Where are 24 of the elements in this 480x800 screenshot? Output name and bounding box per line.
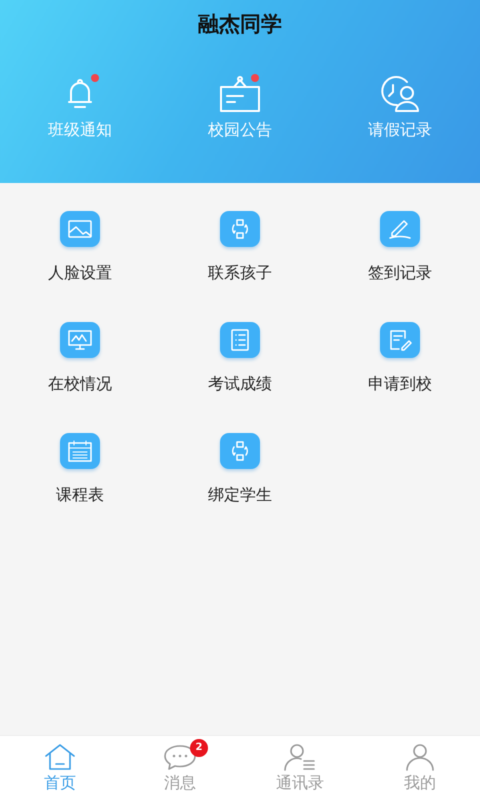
- feature-button[interactable]: 绑定学生: [160, 433, 320, 506]
- image-icon: [68, 219, 92, 239]
- feature-button[interactable]: 签到记录: [320, 211, 480, 284]
- signboard-icon: [219, 75, 261, 113]
- calendar-icon: [68, 440, 92, 462]
- exchange-icon: [229, 218, 251, 240]
- feature-button[interactable]: 考试成绩: [160, 322, 320, 395]
- monitor-icon: [68, 329, 92, 351]
- home-icon: [44, 742, 76, 770]
- feature-button[interactable]: 申请到校: [320, 322, 480, 395]
- feature-button[interactable]: 联系孩子: [160, 211, 320, 284]
- exchange-icon: [229, 440, 251, 462]
- chat-icon: [163, 742, 197, 770]
- contacts-icon: [283, 742, 317, 770]
- pen-icon: [388, 218, 412, 240]
- feature-button[interactable]: 人脸设置: [0, 211, 160, 284]
- list-icon: [230, 329, 250, 351]
- form-edit-icon: [388, 329, 412, 351]
- person-icon: [405, 742, 435, 770]
- tab[interactable]: 2 消息: [120, 736, 240, 800]
- unread-count-badge: 2: [190, 738, 208, 756]
- app-title: 融杰同学: [198, 11, 282, 38]
- feature-button[interactable]: 课程表: [0, 433, 160, 506]
- feature-button[interactable]: 在校情况: [0, 322, 160, 395]
